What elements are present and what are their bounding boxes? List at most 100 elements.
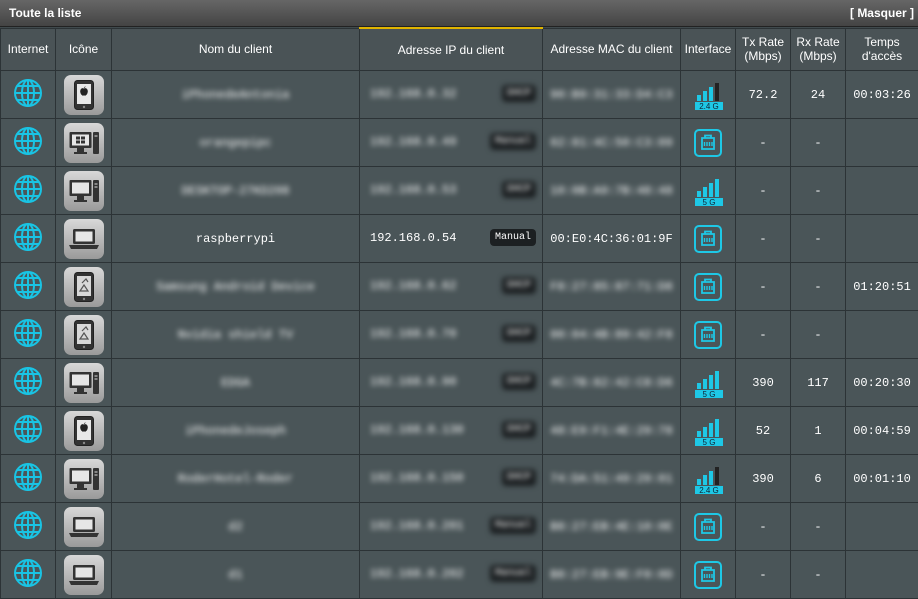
interface-cell xyxy=(681,263,736,311)
laptop-icon[interactable] xyxy=(64,507,104,547)
internet-cell[interactable] xyxy=(1,167,56,215)
table-row[interactable]: d2 192.168.0.201Manual B8:27:EB:4E:10:0E… xyxy=(1,503,918,551)
table-row[interactable]: orangepipc 192.168.0.49Manual 02:81:4C:5… xyxy=(1,119,918,167)
internet-cell[interactable] xyxy=(1,551,56,599)
internet-cell[interactable] xyxy=(1,71,56,119)
table-row[interactable]: raspberrypi 192.168.0.54Manual 00:E0:4C:… xyxy=(1,215,918,263)
globe-icon[interactable] xyxy=(13,97,43,111)
client-name-cell[interactable]: d2 xyxy=(112,503,360,551)
device-icon-cell[interactable] xyxy=(56,311,112,359)
globe-icon[interactable] xyxy=(13,145,43,159)
table-row[interactable]: iPhonedeAntonia 192.168.0.32DHCP 90:B9:3… xyxy=(1,71,918,119)
col-rx-rate[interactable]: Rx Rate (Mbps) xyxy=(791,28,846,71)
client-name-cell[interactable]: Samsung Android Device xyxy=(112,263,360,311)
table-row[interactable]: EDGA 192.168.0.90DHCP 4C:7B:82:42:C8:D6 … xyxy=(1,359,918,407)
phone-apple-icon[interactable] xyxy=(64,411,104,451)
client-name[interactable]: RoderHotel-Roder xyxy=(178,472,293,486)
table-row[interactable]: iPhonedeJoseph 192.168.0.130DHCP 48:E9:F… xyxy=(1,407,918,455)
desktop-icon[interactable] xyxy=(64,363,104,403)
laptop-icon[interactable] xyxy=(64,219,104,259)
interface-cell: 2.4 G xyxy=(681,455,736,503)
client-mac: 00:E0:4C:36:01:9F xyxy=(550,232,672,246)
col-mac-address[interactable]: Adresse MAC du client xyxy=(543,28,681,71)
client-name[interactable]: iPhonedeJoseph xyxy=(185,424,286,438)
access-time-cell xyxy=(846,167,918,215)
globe-icon[interactable] xyxy=(13,193,43,207)
device-icon-cell[interactable] xyxy=(56,503,112,551)
globe-icon[interactable] xyxy=(13,481,43,495)
desktop-windows-icon[interactable] xyxy=(64,123,104,163)
col-ip-address[interactable]: Adresse IP du client xyxy=(360,28,543,71)
desktop-icon[interactable] xyxy=(64,459,104,499)
wifi-signal-icon: 5 G xyxy=(694,177,722,205)
svg-text:2.4 G: 2.4 G xyxy=(699,102,719,111)
table-row[interactable]: d1 192.168.0.202Manual B8:27:EB:9E:F0:0D… xyxy=(1,551,918,599)
table-row[interactable]: Samsung Android Device 192.168.0.62DHCP … xyxy=(1,263,918,311)
col-tx-rate[interactable]: Tx Rate (Mbps) xyxy=(736,28,791,71)
client-name[interactable]: EDGA xyxy=(221,376,250,390)
client-name-cell[interactable]: iPhonedeJoseph xyxy=(112,407,360,455)
client-name-cell[interactable]: RoderHotel-Roder xyxy=(112,455,360,503)
globe-icon[interactable] xyxy=(13,433,43,447)
client-name[interactable]: Samsung Android Device xyxy=(156,280,314,294)
col-access-time[interactable]: Temps d'accès xyxy=(846,28,918,71)
internet-cell[interactable] xyxy=(1,503,56,551)
globe-icon[interactable] xyxy=(13,337,43,351)
client-name[interactable]: orangepipc xyxy=(199,136,271,150)
hide-link[interactable]: [ Masquer ] xyxy=(850,6,914,20)
client-name-cell[interactable]: DESKTOP-27KD208 xyxy=(112,167,360,215)
device-icon-cell[interactable] xyxy=(56,359,112,407)
client-name-cell[interactable]: iPhonedeAntonia xyxy=(112,71,360,119)
device-icon-cell[interactable] xyxy=(56,215,112,263)
rx-rate-cell: - xyxy=(791,311,846,359)
col-client-name[interactable]: Nom du client xyxy=(112,28,360,71)
client-name-cell[interactable]: d1 xyxy=(112,551,360,599)
phone-android-icon[interactable] xyxy=(64,315,104,355)
globe-icon[interactable] xyxy=(13,385,43,399)
access-time-cell xyxy=(846,551,918,599)
client-name[interactable]: raspberrypi xyxy=(196,232,275,246)
globe-icon[interactable] xyxy=(13,577,43,591)
device-icon-cell[interactable] xyxy=(56,407,112,455)
table-row[interactable]: DESKTOP-27KD208 192.168.0.53DHCP 10:0B:A… xyxy=(1,167,918,215)
client-name[interactable]: d2 xyxy=(228,520,242,534)
device-icon-cell[interactable] xyxy=(56,119,112,167)
client-name-cell[interactable]: raspberrypi xyxy=(112,215,360,263)
client-name-cell[interactable]: orangepipc xyxy=(112,119,360,167)
client-name[interactable]: Nvidia shield TV xyxy=(178,328,293,342)
phone-android-icon[interactable] xyxy=(64,267,104,307)
laptop-icon[interactable] xyxy=(64,555,104,595)
client-name-cell[interactable]: Nvidia shield TV xyxy=(112,311,360,359)
device-icon-cell[interactable] xyxy=(56,71,112,119)
device-icon-cell[interactable] xyxy=(56,551,112,599)
mac-cell: 02:81:4C:50:C3:09 xyxy=(543,119,681,167)
internet-cell[interactable] xyxy=(1,359,56,407)
col-interface[interactable]: Interface xyxy=(681,28,736,71)
globe-icon[interactable] xyxy=(13,529,43,543)
table-row[interactable]: RoderHotel-Roder 192.168.0.150DHCP 74:DA… xyxy=(1,455,918,503)
client-name[interactable]: d1 xyxy=(228,568,242,582)
internet-cell[interactable] xyxy=(1,215,56,263)
globe-icon[interactable] xyxy=(13,289,43,303)
ip-assignment-badge: DHCP xyxy=(502,469,536,486)
device-icon-cell[interactable] xyxy=(56,167,112,215)
internet-cell[interactable] xyxy=(1,263,56,311)
globe-icon[interactable] xyxy=(13,241,43,255)
client-name[interactable]: DESKTOP-27KD208 xyxy=(181,184,289,198)
internet-cell[interactable] xyxy=(1,119,56,167)
client-name-cell[interactable]: EDGA xyxy=(112,359,360,407)
internet-cell[interactable] xyxy=(1,407,56,455)
client-mac: F8:27:85:87:71:D8 xyxy=(550,280,672,294)
ip-assignment-badge: DHCP xyxy=(502,421,536,438)
internet-cell[interactable] xyxy=(1,455,56,503)
mac-cell: 90:B9:31:33:D4:C3 xyxy=(543,71,681,119)
device-icon-cell[interactable] xyxy=(56,455,112,503)
internet-cell[interactable] xyxy=(1,311,56,359)
device-icon-cell[interactable] xyxy=(56,263,112,311)
desktop-icon[interactable] xyxy=(64,171,104,211)
phone-apple-icon[interactable] xyxy=(64,75,104,115)
col-icon[interactable]: Icône xyxy=(56,28,112,71)
client-name[interactable]: iPhonedeAntonia xyxy=(181,88,289,102)
col-internet[interactable]: Internet xyxy=(1,28,56,71)
table-row[interactable]: Nvidia shield TV 192.168.0.70DHCP 00:04:… xyxy=(1,311,918,359)
